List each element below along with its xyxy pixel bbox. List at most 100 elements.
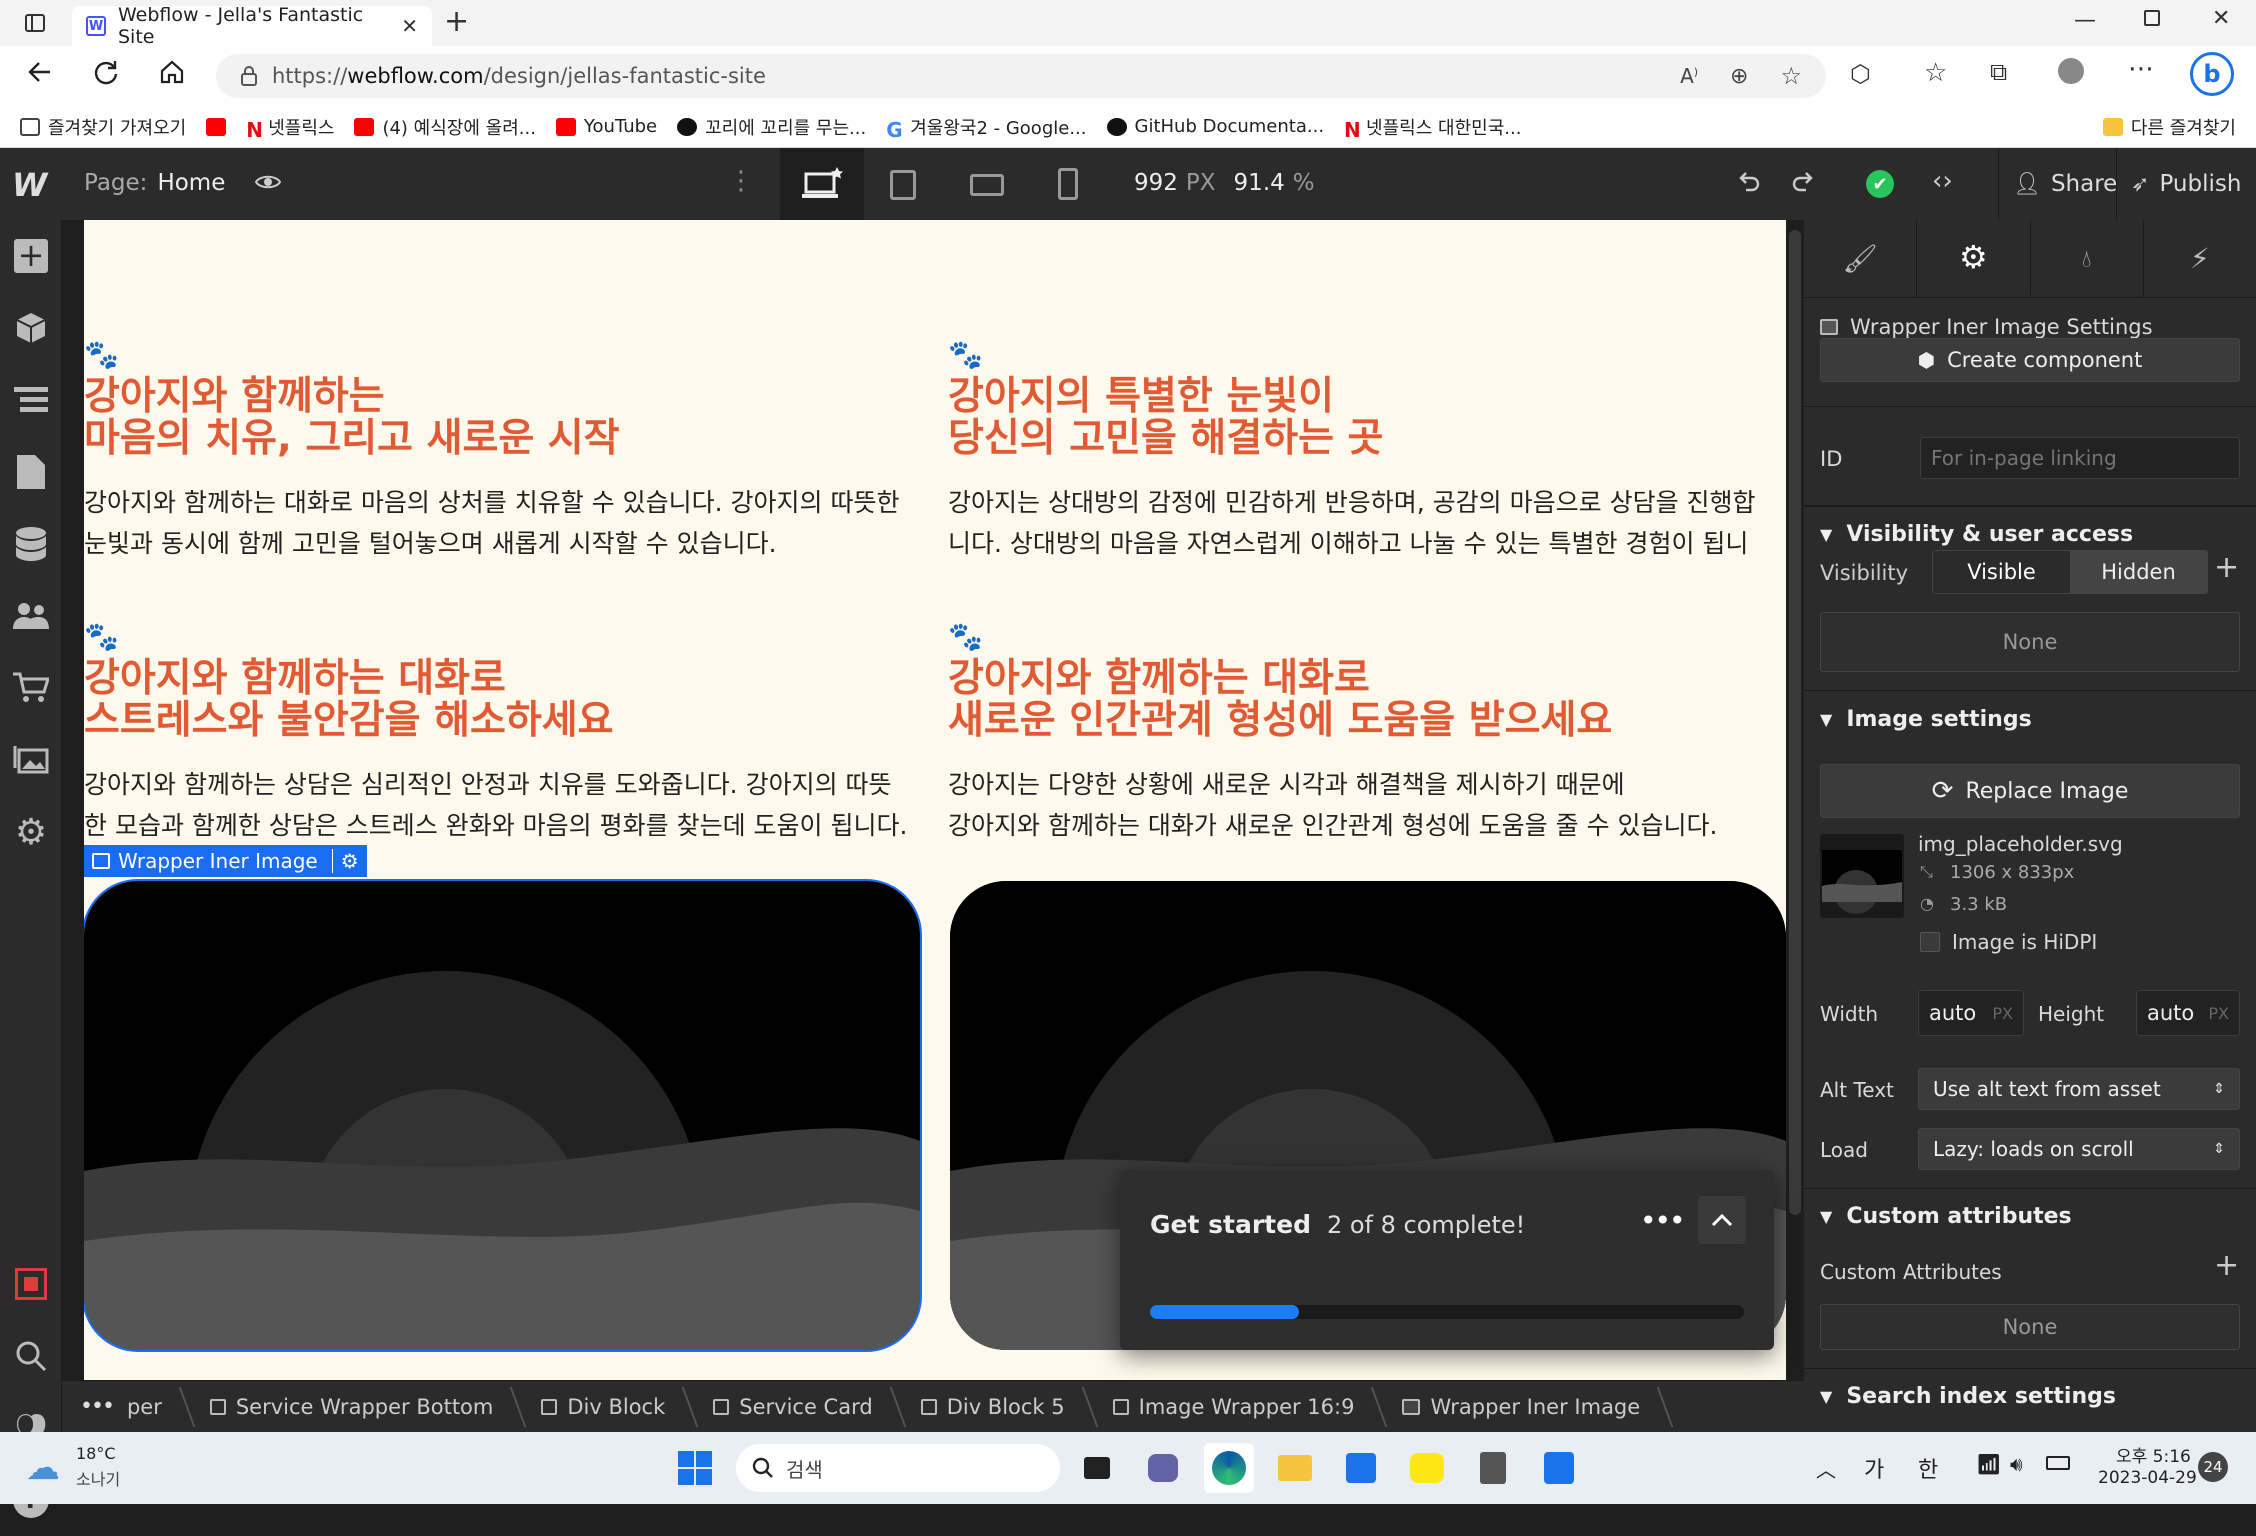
hidden-option[interactable]: Hidden <box>2070 551 2207 593</box>
kakaotalk-button[interactable] <box>1402 1443 1452 1493</box>
service-card[interactable]: 🐾 강아지의 특별한 눈빛이 당신의 고민을 해결하는 곳 강아지는 상대방의 … <box>948 338 1786 564</box>
sidebar-toggle-icon[interactable] <box>24 12 46 34</box>
breadcrumb-item[interactable]: Service Card <box>691 1381 898 1433</box>
file-explorer-button[interactable] <box>1270 1443 1320 1493</box>
read-aloud-icon[interactable]: A) <box>1680 64 1698 88</box>
wrapper-iner-image[interactable] <box>84 879 922 1352</box>
tablet-icon[interactable] <box>890 170 916 200</box>
bookmark-item[interactable]: YouTube <box>555 116 657 137</box>
service-text[interactable]: 강아지와 함께하는 대화로 마음의 상처를 치유할 수 있습니다. 강아지의 따… <box>84 482 924 564</box>
clock-time[interactable]: 오후 5:16 <box>2116 1442 2191 1467</box>
close-tab-icon[interactable]: ✕ <box>401 14 418 38</box>
cms-button[interactable] <box>0 508 62 580</box>
tab-style-manager[interactable]: 💧︎ <box>2031 220 2144 297</box>
service-heading[interactable]: 강아지와 함께하는 대화로 스트레스와 불안감을 해소하세요 <box>84 658 924 742</box>
lock-icon[interactable] <box>240 66 258 86</box>
weather-icon[interactable]: ☁ <box>26 1448 60 1488</box>
ecommerce-button[interactable] <box>0 652 62 724</box>
other-bookmarks[interactable]: 다른 즐겨찾기 <box>2102 114 2236 140</box>
bookmark-item[interactable] <box>206 117 227 136</box>
service-card[interactable]: 🐾 강아지와 함께하는 마음의 치유, 그리고 새로운 시작 강아지와 함께하는… <box>84 338 924 564</box>
service-card[interactable]: 🐾 강아지와 함께하는 대화로 스트레스와 불안감을 해소하세요 강아지와 함께… <box>84 620 924 846</box>
mobile-landscape-icon[interactable] <box>970 174 1004 196</box>
mobile-portrait-icon[interactable] <box>1058 168 1078 200</box>
ime-mode-1[interactable]: 가 <box>1864 1452 1884 1484</box>
search-index-header[interactable]: ▼ Search index settings <box>1804 1368 2256 1424</box>
more-options-icon[interactable]: ••• <box>1640 1204 1686 1237</box>
settings-button[interactable]: ⚙ <box>0 796 62 868</box>
favorite-add-icon[interactable]: ☆ <box>1780 62 1802 90</box>
tab-style[interactable]: 🖌︎ <box>1804 220 1918 297</box>
favorites-icon[interactable]: ☆ <box>1924 58 1947 88</box>
bookmark-item[interactable]: G 겨울왕국2 - Google... <box>886 114 1086 142</box>
create-component-button[interactable]: ⬢ Create component <box>1820 338 2240 382</box>
service-text[interactable]: 강아지는 상대방의 감정에 민감하게 반응하며, 공감의 마음으로 상담을 진행… <box>948 482 1786 564</box>
symbols-button[interactable] <box>0 292 62 364</box>
bookmark-item[interactable]: N 넷플릭스 <box>246 114 334 142</box>
load-select[interactable]: Lazy: loads on scroll ⇕ <box>1918 1128 2240 1170</box>
publish-button[interactable]: ➶ Publish <box>2116 148 2256 220</box>
battery-icon[interactable] <box>2046 1456 2070 1470</box>
selected-element-label[interactable]: Wrapper Iner Image ⚙ <box>84 845 367 877</box>
bookmark-item[interactable]: N 넷플릭스 대한민국... <box>1344 114 1521 142</box>
wifi-icon[interactable]: 📶︎ <box>1976 1452 2001 1476</box>
breadcrumb-item[interactable]: per <box>127 1381 188 1433</box>
canvas-scrollbar[interactable] <box>1786 220 1804 1432</box>
get-started-panel[interactable]: Get started 2 of 8 complete! ••• <box>1120 1170 1774 1350</box>
audit-button[interactable] <box>0 1248 62 1320</box>
breadcrumb-item[interactable]: Image Wrapper 16:9 <box>1091 1381 1381 1433</box>
task-view-button[interactable] <box>1072 1443 1122 1493</box>
bookmark-item[interactable]: GitHub Documenta... <box>1106 116 1324 137</box>
pages-button[interactable] <box>0 436 62 508</box>
replace-image-button[interactable]: ⟳ Replace Image <box>1820 764 2240 818</box>
height-field[interactable]: auto PX <box>2136 990 2240 1036</box>
id-field[interactable] <box>1920 437 2240 479</box>
service-heading[interactable]: 강아지와 함께하는 마음의 치유, 그리고 새로운 시작 <box>84 376 924 460</box>
more-crumbs-icon[interactable]: ••• <box>62 1394 127 1419</box>
service-heading[interactable]: 강아지의 특별한 눈빛이 당신의 고민을 해결하는 곳 <box>948 376 1786 460</box>
assets-button[interactable] <box>0 724 62 796</box>
refresh-icon[interactable] <box>92 58 120 86</box>
hidpi-checkbox[interactable] <box>1920 932 1940 952</box>
bookmark-item[interactable]: 즐겨찾기 가져오기 <box>20 114 186 140</box>
breakpoint-desktop-button[interactable] <box>780 148 864 220</box>
breadcrumb-item[interactable]: Div Block 5 <box>899 1381 1091 1433</box>
breadcrumb-item[interactable]: Wrapper Iner Image <box>1380 1381 1666 1433</box>
bookmark-item[interactable]: (4) 예식장에 올려... <box>354 114 536 140</box>
minimize-icon[interactable]: — <box>2074 8 2096 33</box>
breakpoint-menu-icon[interactable]: ⋮ <box>728 166 754 196</box>
undo-icon[interactable] <box>1734 168 1762 196</box>
search-button[interactable] <box>0 1320 62 1392</box>
start-button[interactable] <box>670 1443 720 1493</box>
volume-icon[interactable]: 🔊︎ <box>2010 1452 2023 1476</box>
close-window-icon[interactable]: ✕ <box>2212 6 2230 31</box>
collections-icon[interactable]: ⧉ <box>1990 58 2007 86</box>
edge-button[interactable] <box>1204 1443 1254 1493</box>
settings-gear-icon[interactable]: ⚙ <box>331 849 359 873</box>
image-thumbnail[interactable] <box>1820 834 1904 918</box>
service-text[interactable]: 강아지는 다양한 상황에 새로운 시각과 해결책을 제시하기 때문에 강아지와 … <box>948 764 1786 846</box>
zoom-icon[interactable]: ⊕ <box>1730 64 1748 89</box>
code-icon[interactable]: ‹› <box>1932 166 1953 196</box>
image-settings-header[interactable]: ▼ Image settings <box>1804 690 2256 748</box>
redo-icon[interactable] <box>1790 168 1818 196</box>
more-icon[interactable]: ⋯ <box>2128 54 2154 84</box>
users-button[interactable] <box>0 580 62 652</box>
calculator-button[interactable] <box>1468 1443 1518 1493</box>
alt-text-select[interactable]: Use alt text from asset ⇕ <box>1918 1068 2240 1110</box>
service-text[interactable]: 강아지와 함께하는 상담은 심리적인 안정과 치유를 도와줍니다. 강아지의 따… <box>84 764 924 846</box>
tab-settings[interactable]: ⚙ <box>1917 220 2031 297</box>
app-button[interactable] <box>1534 1443 1584 1493</box>
collapse-button[interactable] <box>1698 1196 1746 1244</box>
add-condition-icon[interactable]: + <box>2214 550 2239 585</box>
share-button[interactable]: 👤︎ Share <box>1998 148 2131 220</box>
file-name[interactable]: img_placeholder.svg <box>1918 832 2123 856</box>
bing-icon[interactable]: b <box>2190 52 2234 96</box>
visible-option[interactable]: Visible <box>1933 551 2070 593</box>
service-card[interactable]: 🐾 강아지와 함께하는 대화로 새로운 인간관계 형성에 도움을 받으세요 강아… <box>948 620 1786 846</box>
navigator-button[interactable] <box>0 364 62 436</box>
clock-date[interactable]: 2023-04-29 <box>2098 1468 2197 1488</box>
home-icon[interactable] <box>158 58 186 86</box>
teams-button[interactable] <box>1138 1443 1188 1493</box>
notification-badge[interactable]: 24 <box>2198 1452 2228 1482</box>
